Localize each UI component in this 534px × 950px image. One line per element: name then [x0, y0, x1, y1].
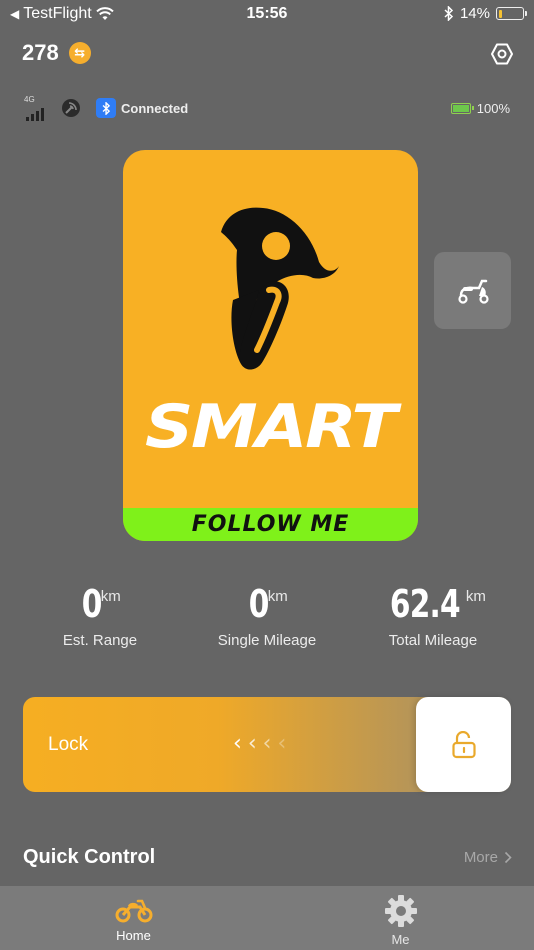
slide-chevrons: ‹ ‹ ‹ ‹ — [233, 731, 286, 756]
battery-icon — [496, 7, 527, 20]
scooter-icon — [457, 279, 489, 304]
quick-control-title: Quick Control — [23, 846, 156, 868]
lock-knob[interactable] — [416, 697, 511, 792]
chevron-left-icon: ‹ — [247, 731, 257, 756]
vehicle-card[interactable]: SMART FOLLOW ME — [123, 150, 418, 541]
tab-bar: Home Me — [0, 886, 534, 950]
points-value: 278 — [22, 40, 59, 65]
status-right: 14% — [444, 5, 527, 22]
card-footer: FOLLOW ME — [123, 508, 418, 541]
gear-icon — [384, 895, 417, 927]
stat-label: Est. Range — [62, 632, 138, 649]
stat-single-mileage: 0km Single Mileage — [187, 582, 347, 649]
unlocked-padlock-icon — [451, 730, 476, 758]
chevron-right-icon — [504, 851, 512, 864]
hexagon-settings-icon[interactable] — [490, 42, 514, 66]
stat-value: 62.4 — [389, 582, 461, 626]
tab-home[interactable]: Home — [0, 886, 267, 950]
vehicle-battery: 100% — [450, 101, 510, 116]
gps-signal-icon — [62, 99, 80, 117]
vehicle-select-button[interactable] — [434, 252, 511, 329]
lock-slider[interactable]: Lock ‹ ‹ ‹ ‹ — [23, 697, 511, 792]
stat-value: 0 — [249, 582, 270, 626]
chevron-left-icon: ‹ — [233, 731, 242, 756]
status-bar: ◀ TestFlight 15:56 14% — [0, 0, 534, 28]
bluetooth-status: Connected — [121, 100, 189, 116]
network-type-label: 4G — [24, 95, 35, 104]
lock-label: Lock — [48, 734, 89, 755]
chevron-left-icon: ‹ — [262, 731, 272, 756]
connection-row: 4G Connected — [24, 95, 188, 121]
tab-label: Me — [391, 932, 410, 947]
points-balance[interactable]: 278 ⇆ — [22, 40, 91, 66]
exchange-coin-icon: ⇆ — [68, 42, 91, 64]
bluetooth-badge-icon — [96, 98, 116, 118]
bluetooth-icon — [444, 6, 454, 21]
battery-percent: 14% — [459, 5, 490, 22]
tab-me[interactable]: Me — [267, 886, 534, 950]
stat-unit: km — [100, 588, 121, 605]
quick-control-more-link[interactable]: More — [464, 849, 512, 866]
stat-value: 0 — [82, 582, 103, 626]
chevron-left-icon: ‹ — [277, 731, 287, 756]
tab-label: Home — [116, 928, 151, 943]
tagline: FOLLOW ME — [191, 512, 350, 537]
rider-logo-icon: SMART — [145, 207, 404, 462]
vehicle-battery-icon — [450, 103, 474, 114]
more-label: More — [463, 849, 498, 866]
vehicle-battery-value: 100% — [476, 101, 510, 116]
stat-label: Single Mileage — [217, 632, 317, 649]
brand-wordmark: SMART — [145, 392, 402, 462]
stat-est-range: 0km Est. Range — [20, 582, 180, 649]
motorcycle-icon — [115, 899, 152, 923]
stat-total-mileage: 62.4 km Total Mileage — [353, 582, 513, 649]
stat-unit: km — [465, 588, 486, 605]
stat-label: Total Mileage — [388, 632, 478, 649]
stat-unit: km — [267, 588, 288, 605]
cellular-signal-icon: 4G — [24, 95, 46, 121]
